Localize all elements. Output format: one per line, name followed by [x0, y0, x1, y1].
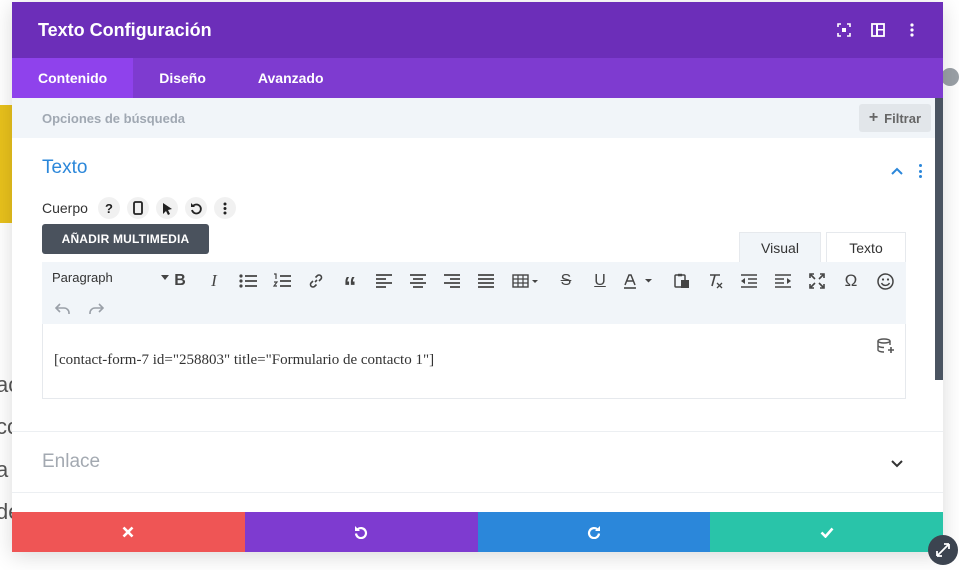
field-more-icon[interactable]: [214, 197, 236, 219]
fullscreen-editor-icon[interactable]: [807, 270, 827, 292]
help-icon[interactable]: ?: [98, 197, 120, 219]
save-button[interactable]: [710, 512, 943, 552]
bullet-list-icon[interactable]: [238, 270, 258, 292]
section-title-enlace[interactable]: Enlace: [42, 451, 100, 473]
italic-icon[interactable]: I: [204, 270, 224, 292]
modal-title: Texto Configuración: [38, 19, 212, 40]
reset-icon[interactable]: [185, 197, 207, 219]
emoji-icon[interactable]: [875, 270, 895, 292]
filter-label: Filtrar: [884, 110, 921, 126]
redo-icon[interactable]: [86, 298, 106, 320]
text-editor[interactable]: [contact-form-7 id="258803" title="Formu…: [42, 324, 906, 399]
strikethrough-icon[interactable]: S: [556, 270, 576, 292]
section-title-texto[interactable]: Texto: [42, 157, 87, 179]
chevron-up-icon[interactable]: [889, 163, 905, 179]
dynamic-content-icon[interactable]: [877, 338, 895, 354]
section-divider: [12, 431, 943, 432]
link-icon[interactable]: [306, 270, 326, 292]
align-left-icon[interactable]: [374, 270, 394, 292]
check-icon: [820, 527, 834, 538]
paste-icon[interactable]: [672, 270, 692, 292]
modal-header: Texto Configuración: [12, 2, 943, 58]
close-icon: [122, 526, 134, 538]
tab-diseno[interactable]: Diseño: [133, 58, 232, 98]
filter-button[interactable]: + Filtrar: [858, 104, 931, 132]
bold-icon[interactable]: B: [170, 270, 190, 292]
scrollbar[interactable]: [935, 98, 943, 380]
settings-modal: Texto Configuración Contenido Diseño Ava…: [12, 2, 943, 552]
format-select-value: Paragraph: [52, 270, 113, 285]
blockquote-icon[interactable]: “: [340, 270, 360, 299]
omega-icon[interactable]: Ω: [841, 270, 861, 292]
undo-button[interactable]: [244, 512, 478, 552]
table-icon[interactable]: [510, 270, 542, 292]
caret-down-icon: [160, 275, 169, 280]
section-more-icon[interactable]: [915, 162, 925, 180]
undo-icon: [355, 526, 368, 539]
add-media-button[interactable]: AÑADIR MULTIMEDIA: [42, 224, 209, 254]
numbered-list-icon[interactable]: [272, 270, 292, 292]
fullscreen-icon[interactable]: [827, 15, 861, 45]
mobile-icon[interactable]: [127, 197, 149, 219]
indent-icon[interactable]: [773, 270, 793, 292]
underline-icon[interactable]: U: [590, 270, 610, 292]
redo-button[interactable]: [477, 512, 711, 552]
undo-icon[interactable]: [52, 298, 72, 320]
background-text: a: [0, 457, 9, 482]
modal-tabs: Contenido Diseño Avanzado: [12, 58, 943, 98]
editor-toolbar: Paragraph B I “ S U Ω: [42, 262, 906, 324]
text-color-icon[interactable]: [622, 270, 656, 292]
redo-icon: [587, 526, 600, 539]
chevron-down-icon[interactable]: [889, 455, 905, 471]
plus-icon: +: [868, 109, 879, 126]
format-select[interactable]: Paragraph: [52, 270, 169, 285]
tab-visual[interactable]: Visual: [739, 232, 821, 262]
cancel-button[interactable]: [12, 512, 245, 552]
hover-cursor-icon[interactable]: [156, 197, 178, 219]
columns-icon[interactable]: [861, 15, 895, 45]
editor-content[interactable]: [contact-form-7 id="258803" title="Formu…: [54, 352, 434, 369]
section-divider: [12, 492, 943, 493]
background-globe-icon: [941, 68, 959, 86]
modal-footer: [12, 512, 943, 552]
background-accent-bar: [0, 105, 12, 223]
align-justify-icon[interactable]: [476, 270, 496, 292]
body-field-label: Cuerpo: [42, 200, 88, 216]
outdent-icon[interactable]: [739, 270, 759, 292]
tab-avanzado[interactable]: Avanzado: [232, 58, 350, 98]
search-options-bar[interactable]: Opciones de búsqueda + Filtrar: [12, 98, 943, 138]
align-right-icon[interactable]: [442, 270, 462, 292]
more-icon[interactable]: [895, 15, 929, 45]
tab-texto[interactable]: Texto: [826, 232, 906, 262]
tab-contenido[interactable]: Contenido: [12, 58, 134, 98]
resize-handle[interactable]: [928, 535, 958, 565]
align-center-icon[interactable]: [408, 270, 428, 292]
resize-icon: [936, 543, 950, 557]
clear-format-icon[interactable]: [706, 270, 726, 292]
search-placeholder[interactable]: Opciones de búsqueda: [42, 111, 185, 126]
